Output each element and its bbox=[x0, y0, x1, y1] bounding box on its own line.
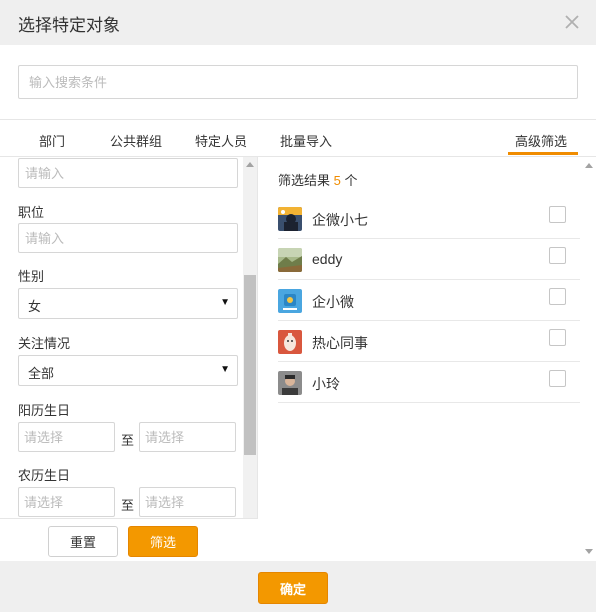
user-row[interactable]: 热心同事 bbox=[278, 321, 580, 362]
range-separator: 至 bbox=[121, 433, 135, 448]
tab-advanced-filter[interactable]: 高级筛选 bbox=[515, 131, 567, 150]
user-row[interactable]: 小玲 bbox=[278, 362, 580, 403]
user-checkbox[interactable] bbox=[549, 288, 566, 305]
follow-status-value: 全部 bbox=[28, 366, 55, 381]
dropdown-arrow-icon: ▼ bbox=[220, 297, 230, 308]
user-row[interactable]: 企小微 bbox=[278, 280, 580, 321]
avatar-portrait-icon bbox=[278, 371, 302, 395]
range-separator: 至 bbox=[121, 498, 135, 513]
user-checkbox[interactable] bbox=[549, 247, 566, 264]
user-row[interactable]: 企微小七 bbox=[278, 198, 580, 239]
user-checkbox[interactable] bbox=[549, 329, 566, 346]
user-checkbox[interactable] bbox=[549, 370, 566, 387]
tab-department[interactable]: 部门 bbox=[39, 131, 65, 150]
filter-button[interactable]: 筛选 bbox=[128, 526, 198, 557]
select-target-dialog: 选择特定对象 部门 公共群组 特定人员 批量导入 高级筛选 职位 性别 女 ▼ … bbox=[0, 0, 596, 612]
lunar-birthday-from[interactable] bbox=[18, 487, 115, 517]
user-name: 小玲 bbox=[312, 376, 340, 392]
user-row[interactable]: eddy bbox=[278, 239, 580, 280]
gender-label: 性别 bbox=[18, 269, 45, 284]
results-prefix: 筛选结果 bbox=[278, 173, 331, 188]
dialog-titlebar: 选择特定对象 bbox=[0, 0, 596, 45]
tab-bar: 部门 公共群组 特定人员 批量导入 高级筛选 bbox=[0, 120, 596, 157]
filter-button-bar: 重置 筛选 bbox=[0, 518, 258, 561]
avatar-landscape-icon bbox=[278, 248, 302, 272]
follow-status-label: 关注情况 bbox=[18, 336, 71, 351]
user-name: 热心同事 bbox=[312, 335, 368, 351]
close-icon[interactable] bbox=[562, 12, 582, 32]
scroll-up-arrow-icon[interactable] bbox=[246, 162, 254, 167]
reset-button[interactable]: 重置 bbox=[48, 526, 118, 557]
filter-panel: 职位 性别 女 ▼ 关注情况 全部 ▼ 阳历生日 至 农历生日 至 bbox=[0, 157, 258, 561]
solar-birthday-label: 阳历生日 bbox=[18, 403, 71, 418]
user-name: 企小微 bbox=[312, 294, 354, 310]
position-label: 职位 bbox=[18, 205, 45, 220]
follow-status-select[interactable]: 全部 ▼ bbox=[18, 355, 238, 386]
results-header: 筛选结果 5 个 bbox=[278, 170, 358, 189]
active-tab-indicator bbox=[508, 152, 578, 155]
dialog-footer: 确定 bbox=[0, 561, 596, 612]
gender-value: 女 bbox=[28, 299, 42, 314]
tab-specific-people[interactable]: 特定人员 bbox=[195, 131, 247, 150]
filter-scrollbar-thumb[interactable] bbox=[244, 275, 256, 455]
solar-birthday-from[interactable] bbox=[18, 422, 115, 452]
dialog-title: 选择特定对象 bbox=[18, 16, 120, 35]
lunar-birthday-label: 农历生日 bbox=[18, 468, 71, 483]
user-name: 企微小七 bbox=[312, 212, 368, 228]
avatar-blue-logo-icon bbox=[278, 289, 302, 313]
results-scroll-up-arrow-icon[interactable] bbox=[585, 163, 593, 168]
search-area bbox=[0, 45, 596, 120]
results-count: 5 bbox=[333, 173, 341, 188]
dropdown-arrow-icon: ▼ bbox=[220, 364, 230, 375]
lunar-birthday-to[interactable] bbox=[139, 487, 236, 517]
solar-birthday-to[interactable] bbox=[139, 422, 236, 452]
avatar-dark-figure-icon bbox=[278, 207, 302, 231]
position-field[interactable] bbox=[18, 223, 238, 253]
user-checkbox[interactable] bbox=[549, 206, 566, 223]
tab-public-groups[interactable]: 公共群组 bbox=[110, 131, 162, 150]
tab-batch-import[interactable]: 批量导入 bbox=[280, 131, 332, 150]
search-input[interactable] bbox=[18, 65, 578, 99]
avatar-red-cartoon-icon bbox=[278, 330, 302, 354]
confirm-button[interactable]: 确定 bbox=[258, 572, 328, 604]
gender-select[interactable]: 女 ▼ bbox=[18, 288, 238, 319]
user-name: eddy bbox=[312, 251, 343, 267]
results-unit: 个 bbox=[344, 173, 358, 188]
top-text-field[interactable] bbox=[18, 158, 238, 188]
results-scroll-down-arrow-icon[interactable] bbox=[585, 549, 593, 554]
